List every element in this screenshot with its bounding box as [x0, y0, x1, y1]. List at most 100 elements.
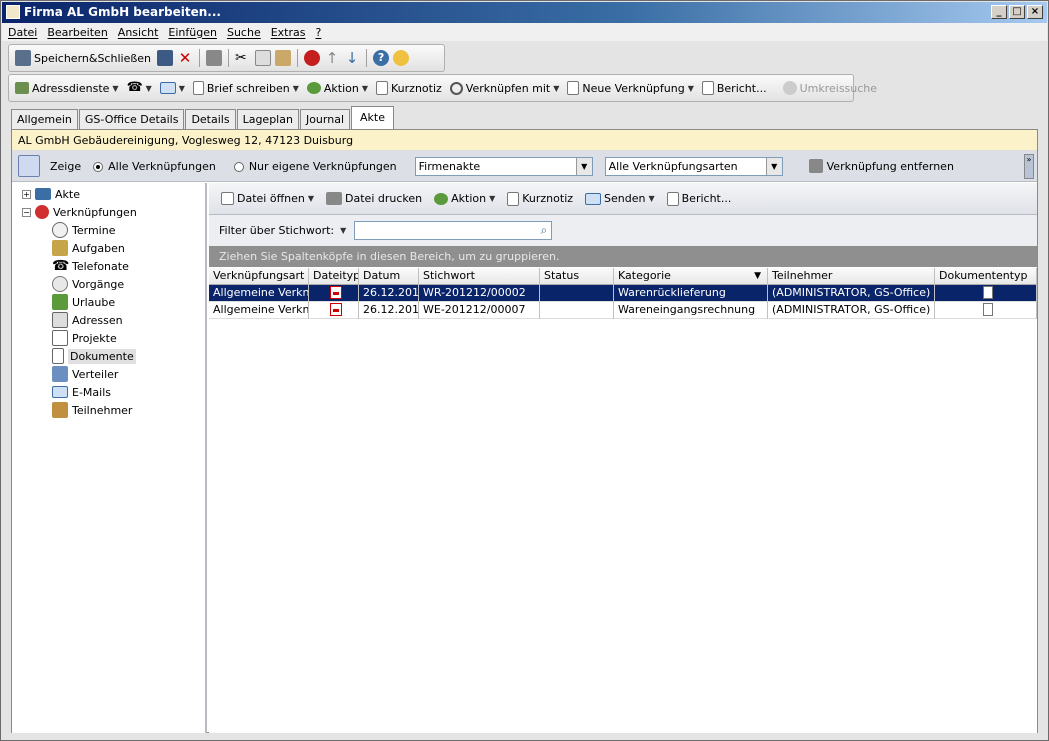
note-icon	[376, 81, 389, 95]
maximize-button[interactable]: □	[1009, 5, 1025, 19]
note-icon	[507, 191, 520, 206]
adressdienste-button[interactable]: Adressdienste ▼	[13, 80, 121, 97]
neue-verknuepfung-button[interactable]: Neue Verknüpfung ▼	[565, 79, 695, 97]
copy-icon[interactable]	[255, 50, 272, 66]
tree-item-vorgaenge[interactable]: Vorgänge	[52, 275, 124, 293]
view-toggle-icon[interactable]	[18, 155, 40, 177]
document-area: Datei öffnen ▼ Datei drucken Aktion ▼ Kurz…	[209, 183, 1037, 733]
print-icon[interactable]	[206, 50, 223, 66]
main-toolbar: Speichern&Schließen ✕ ✂ ↑ ↓ ?	[8, 44, 445, 72]
tree-item-verteiler[interactable]: Verteiler	[52, 365, 118, 383]
link-search-icon	[449, 81, 463, 95]
menu-help[interactable]: ?	[316, 26, 322, 39]
task-icon	[52, 240, 68, 256]
letter-icon	[192, 81, 204, 95]
filter-input[interactable]: ⌕	[354, 221, 553, 240]
document-toolbar: Datei öffnen ▼ Datei drucken Aktion ▼ Kurz…	[209, 183, 1037, 215]
document-type-icon	[982, 285, 993, 299]
help-icon[interactable]: ?	[373, 50, 390, 66]
phone-button[interactable]: ☎ ▼	[125, 78, 154, 98]
tab-gs-office-details[interactable]: GS-Office Details	[78, 109, 185, 129]
tree-item-dokumente[interactable]: Dokumente	[52, 347, 136, 365]
main-window: Firma AL GmbH bearbeiten... _ □ × Datei …	[0, 0, 1049, 741]
overflow-chevron-icon[interactable]: »	[1024, 154, 1034, 179]
tab-lageplan[interactable]: Lageplan	[236, 109, 299, 129]
paste-icon[interactable]	[275, 50, 292, 66]
tab-strip: Allgemein GS-Office Details Details Lage…	[11, 106, 395, 129]
senden-button[interactable]: Senden ▼	[583, 190, 657, 207]
verknuepfen-button[interactable]: Verknüpfen mit ▼	[448, 80, 562, 97]
akte-select[interactable]: Firmenakte ▼	[414, 156, 593, 176]
menu-bearbeiten[interactable]: Bearbeiten	[47, 26, 107, 39]
filter-dropdown-icon[interactable]: ▼	[340, 226, 346, 235]
tab-allgemein[interactable]: Allgemein	[11, 109, 78, 129]
arrow-down-icon[interactable]: ↓	[344, 50, 360, 66]
col-dateityp[interactable]: Dateityp	[309, 267, 359, 285]
stop-icon[interactable]	[304, 50, 321, 66]
datei-drucken-button[interactable]: Datei drucken	[324, 190, 424, 207]
bericht-button[interactable]: Bericht...	[700, 79, 769, 97]
aktion-button[interactable]: Aktion ▼	[305, 80, 370, 97]
cut-icon[interactable]: ✂	[235, 50, 251, 66]
aktion-dropdown-button[interactable]: Aktion ▼	[432, 190, 497, 207]
bericht-doc-button[interactable]: Bericht...	[665, 190, 734, 208]
adressdienste-icon	[15, 82, 29, 94]
radio-eigene[interactable]: Nur eigene Verknüpfungen	[233, 160, 397, 173]
col-stichwort[interactable]: Stichwort	[419, 267, 540, 285]
tree-item-teilnehmer[interactable]: Teilnehmer	[52, 401, 132, 419]
search-icon[interactable]: ⌕	[541, 223, 548, 238]
zeige-label: Zeige	[50, 159, 82, 173]
col-teilnehmer[interactable]: Teilnehmer	[768, 267, 935, 285]
brief-button[interactable]: Brief schreiben ▼	[191, 79, 301, 97]
table-row[interactable]: Allgemeine Verknüp 26.12.2012 WE-201212/…	[209, 301, 1037, 319]
col-kategorie[interactable]: Kategorie ▼	[614, 267, 768, 285]
arrow-up-icon[interactable]: ↑	[324, 50, 340, 66]
arten-select[interactable]: Alle Verknüpfungsarten ▼	[604, 156, 783, 176]
tab-akte[interactable]: Akte	[351, 106, 394, 129]
kurznotiz-button[interactable]: Kurznotiz	[374, 79, 444, 97]
akte-panel: AL GmbH Gebäudereinigung, Voglesweg 12, …	[11, 129, 1038, 733]
save-close-button[interactable]: Speichern&Schließen	[13, 48, 153, 68]
tab-journal[interactable]: Journal	[299, 109, 350, 129]
action-icon	[434, 192, 449, 205]
radio-alle[interactable]: Alle Verknüpfungen	[93, 160, 216, 173]
col-verknuepfungsart[interactable]: Verknüpfungsart	[209, 267, 309, 285]
app-icon	[6, 5, 20, 19]
tree-node-verknuepfungen[interactable]: − Verknüpfungen	[22, 203, 137, 221]
tree-item-projekte[interactable]: Projekte	[52, 329, 117, 347]
menu-ansicht[interactable]: Ansicht	[118, 26, 159, 39]
tree-node-akte[interactable]: + Akte	[22, 185, 80, 203]
remove-link-button[interactable]: Verknüpfung entfernen	[827, 160, 954, 173]
tree-item-termine[interactable]: Termine	[52, 221, 115, 239]
menu-extras[interactable]: Extras	[271, 26, 306, 39]
delete-icon[interactable]: ✕	[177, 50, 193, 66]
tree-item-aufgaben[interactable]: Aufgaben	[52, 239, 125, 257]
datei-oeffnen-button[interactable]: Datei öffnen ▼	[219, 190, 316, 207]
action-icon	[306, 82, 321, 94]
save-icon[interactable]	[157, 50, 174, 66]
email-button[interactable]: ▼	[158, 80, 187, 96]
tree-item-emails[interactable]: E-Mails	[52, 383, 111, 401]
col-datum[interactable]: Datum	[359, 267, 419, 285]
email-icon	[159, 82, 176, 94]
menu-suche[interactable]: Suche	[227, 26, 261, 39]
filter-label: Filter über Stichwort:	[219, 224, 335, 237]
tree-item-urlaube[interactable]: Urlaube	[52, 293, 115, 311]
tree-item-adressen[interactable]: Adressen	[52, 311, 123, 329]
umkreissuche-button[interactable]: Umkreissuche	[781, 79, 879, 97]
col-status[interactable]: Status	[540, 267, 614, 285]
menu-bar: Datei Bearbeiten Ansicht Einfügen Suche …	[2, 23, 1047, 41]
title-bar: Firma AL GmbH bearbeiten... _ □ ×	[2, 2, 1047, 23]
kurznotiz-doc-button[interactable]: Kurznotiz	[505, 190, 575, 208]
filter-bar: Filter über Stichwort: ▼ ⌕	[209, 215, 1037, 246]
menu-datei[interactable]: Datei	[8, 26, 37, 39]
group-hint: Ziehen Sie Spaltenköpfe in diesen Bereic…	[209, 246, 1037, 267]
col-dokumententyp[interactable]: Dokumententyp	[935, 267, 1037, 285]
minimize-button[interactable]: _	[991, 5, 1007, 19]
tab-details[interactable]: Details	[185, 109, 236, 129]
close-button[interactable]: ×	[1027, 5, 1043, 19]
hand-icon[interactable]	[393, 50, 410, 66]
tree-item-telefonate[interactable]: ☎ Telefonate	[52, 257, 129, 275]
menu-einfuegen[interactable]: Einfügen	[168, 26, 217, 39]
table-row[interactable]: Allgemeine Verknüp 26.12.2012 WR-201212/…	[209, 284, 1037, 302]
